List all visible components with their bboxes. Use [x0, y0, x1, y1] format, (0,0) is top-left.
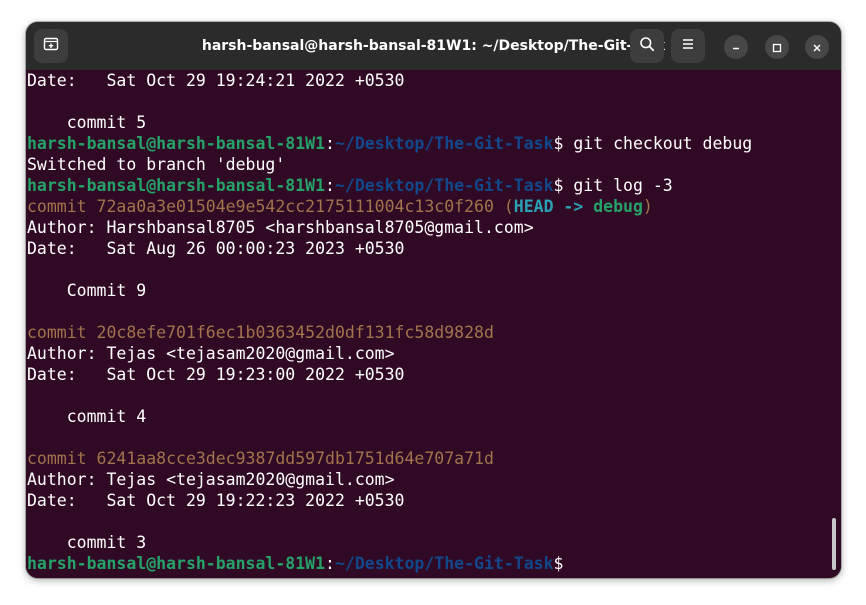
output-line: commit 5 — [27, 113, 147, 132]
prompt-user: harsh-bansal@harsh-bansal-81W1 — [27, 554, 326, 573]
prompt-user: harsh-bansal@harsh-bansal-81W1 — [27, 176, 326, 195]
menu-button[interactable] — [671, 29, 705, 63]
prompt-line[interactable]: harsh-bansal@harsh-bansal-81W1:~/Desktop… — [27, 553, 841, 574]
output-line: Author: Harshbansal8705 <harshbansal8705… — [27, 218, 534, 237]
close-button[interactable] — [805, 35, 829, 59]
commit-hash: commit 72aa0a3e01504e9e542cc2175111004c1… — [27, 197, 494, 216]
output-line: commit 4 — [27, 407, 147, 426]
ref-close: ) — [642, 197, 653, 216]
prompt-symbol: $ — [553, 134, 564, 153]
commit-hash: commit 6241aa8cce3dec9387dd597db1751d64e… — [27, 449, 494, 468]
search-icon — [639, 36, 655, 56]
terminal-window: harsh-bansal@harsh-bansal-81W1: ~/Deskto… — [26, 22, 841, 578]
maximize-icon — [772, 38, 782, 57]
command-text: git log -3 — [563, 176, 673, 195]
output-line: Author: Tejas <tejasam2020@gmail.com> — [27, 470, 395, 489]
prompt-path: ~/Desktop/The-Git-Task — [334, 134, 554, 153]
title-bar[interactable]: harsh-bansal@harsh-bansal-81W1: ~/Deskto… — [26, 22, 841, 70]
prompt-symbol: $ — [553, 176, 564, 195]
prompt-symbol: $ — [553, 554, 564, 573]
prompt-user: harsh-bansal@harsh-bansal-81W1 — [27, 134, 326, 153]
maximize-button[interactable] — [765, 35, 789, 59]
command-text: git checkout debug — [563, 134, 753, 153]
output-line: Date: Sat Oct 29 19:22:23 2022 +0530 — [27, 491, 405, 510]
prompt-line: harsh-bansal@harsh-bansal-81W1:~/Desktop… — [27, 133, 841, 154]
output-line: Commit 9 — [27, 281, 147, 300]
commit-line: commit 72aa0a3e01504e9e542cc2175111004c1… — [27, 196, 841, 217]
prompt-colon: : — [325, 134, 335, 153]
window-title: harsh-bansal@harsh-bansal-81W1: ~/Deskto… — [201, 38, 666, 54]
ref-open: ( — [493, 197, 514, 216]
output-line: commit 3 — [27, 533, 147, 552]
branch-ref: debug — [593, 197, 643, 216]
minimize-button[interactable] — [724, 35, 748, 59]
head-ref: HEAD -> — [513, 197, 594, 216]
terminal-output[interactable]: Date: Sat Oct 29 19:24:21 2022 +0530 com… — [26, 70, 841, 578]
minimize-icon — [731, 38, 741, 57]
prompt-colon: : — [325, 554, 335, 573]
scrollbar-thumb[interactable] — [832, 518, 836, 570]
prompt-path: ~/Desktop/The-Git-Task — [334, 176, 554, 195]
close-icon — [812, 38, 822, 57]
prompt-colon: : — [325, 176, 335, 195]
prompt-path: ~/Desktop/The-Git-Task — [334, 554, 554, 573]
output-line: Date: Sat Aug 26 00:00:23 2023 +0530 — [27, 239, 405, 258]
prompt-line: harsh-bansal@harsh-bansal-81W1:~/Desktop… — [27, 175, 841, 196]
output-line: Date: Sat Oct 29 19:24:21 2022 +0530 — [27, 71, 405, 90]
output-line: Date: Sat Oct 29 19:23:00 2022 +0530 — [27, 365, 405, 384]
hamburger-menu-icon — [680, 36, 696, 56]
commit-hash: commit 20c8efe701f6ec1b0363452d0df131fc5… — [27, 323, 494, 342]
output-line: Switched to branch 'debug' — [27, 155, 286, 174]
output-line: Author: Tejas <tejasam2020@gmail.com> — [27, 344, 395, 363]
search-button[interactable] — [630, 29, 664, 63]
